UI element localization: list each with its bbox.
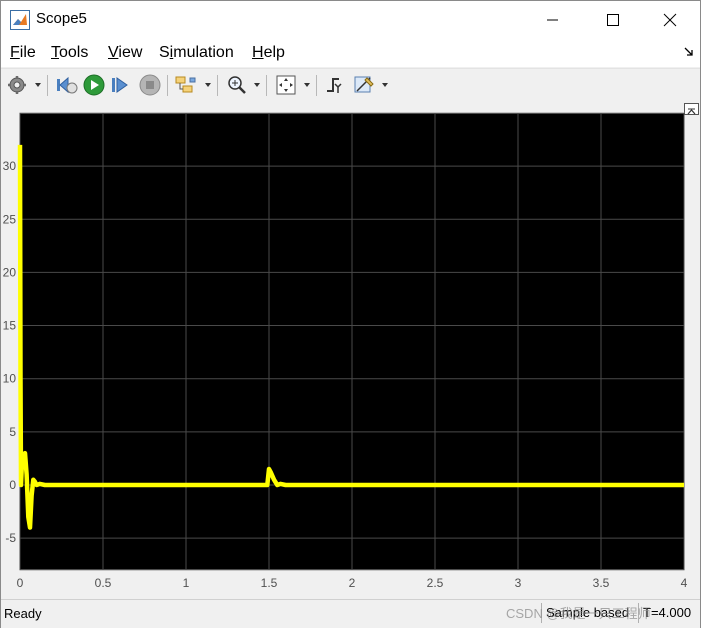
watermark-text: CSDN @我是一只工程师 [506,606,651,621]
step-forward-button[interactable] [111,74,131,96]
window-title: Scope5 [36,10,87,27]
y-tick-label: 25 [3,212,17,226]
menu-view[interactable]: View [108,44,142,62]
close-icon [663,13,677,27]
menu-help[interactable]: Help [252,44,285,62]
x-tick-label: 2 [349,576,356,590]
fit-to-view-icon [276,75,296,95]
toolbar-separator [316,75,317,96]
fit-to-view-button[interactable] [276,74,296,96]
menu-bar: File Tools View Simulation Help [1,39,700,67]
x-tick-label: 4 [681,576,688,590]
toolbar-separator [266,75,267,96]
settings-button[interactable] [7,74,27,96]
toolbar [1,68,700,103]
toolbar-separator [217,75,218,96]
minimize-icon [547,19,558,21]
step-forward-icon [112,77,128,93]
matlab-logo-icon [10,10,30,30]
fit-dropdown-icon[interactable] [304,83,310,87]
highlight-block-icon [175,76,196,93]
y-tick-label: 10 [3,372,17,386]
menu-file[interactable]: File [10,44,36,62]
dock-arrow-icon[interactable] [684,47,694,57]
x-tick-label: 3.5 [593,576,610,590]
maximize-button[interactable] [590,1,636,39]
minimize-button[interactable] [530,1,576,39]
x-tick-label: 0 [17,576,24,590]
x-tick-label: 0.5 [95,576,112,590]
menu-simulation[interactable]: Simulation [159,44,234,62]
measurements-dropdown-icon[interactable] [382,83,388,87]
triggers-button[interactable] [325,74,345,96]
close-button[interactable] [647,1,693,39]
step-back-icon [57,76,78,94]
menu-tools[interactable]: Tools [51,44,88,62]
stop-button[interactable] [139,74,161,96]
toolbar-separator [167,75,168,96]
y-tick-label: 0 [9,478,16,492]
title-bar: Scope5 [1,1,700,39]
scope-window: Scope5 File Tools View Simulation Help 0… [0,0,701,628]
scope-plot[interactable]: 0 0.5 1 1.5 2 2.5 3 3.5 4 -5 0 5 10 15 20 25 30 [1,102,700,598]
x-tick-label: 2.5 [427,576,444,590]
cursor-measurements-icon [354,76,374,93]
step-back-button[interactable] [56,74,78,96]
zoom-in-button[interactable] [227,74,247,96]
settings-dropdown-icon[interactable] [35,83,41,87]
zoom-in-icon [228,76,246,94]
zoom-dropdown-icon[interactable] [254,83,260,87]
toolbar-separator [47,75,48,96]
stop-icon [139,74,161,96]
x-tick-label: 1 [183,576,190,590]
highlight-block-button[interactable] [175,74,197,96]
triggers-icon [327,78,342,93]
run-icon [83,74,105,96]
y-tick-label: 15 [3,319,17,333]
y-tick-label: 5 [9,425,16,439]
x-tick-label: 3 [515,576,522,590]
y-tick-label: 20 [3,265,17,279]
cursor-measurements-button[interactable] [353,74,375,96]
y-tick-label: -5 [5,531,16,545]
x-tick-label: 1.5 [261,576,278,590]
run-button[interactable] [83,74,105,96]
maximize-icon [607,14,619,26]
status-ready: Ready [4,606,42,621]
y-tick-label: 30 [3,159,17,173]
highlight-dropdown-icon[interactable] [205,83,211,87]
settings-icon [8,76,26,94]
